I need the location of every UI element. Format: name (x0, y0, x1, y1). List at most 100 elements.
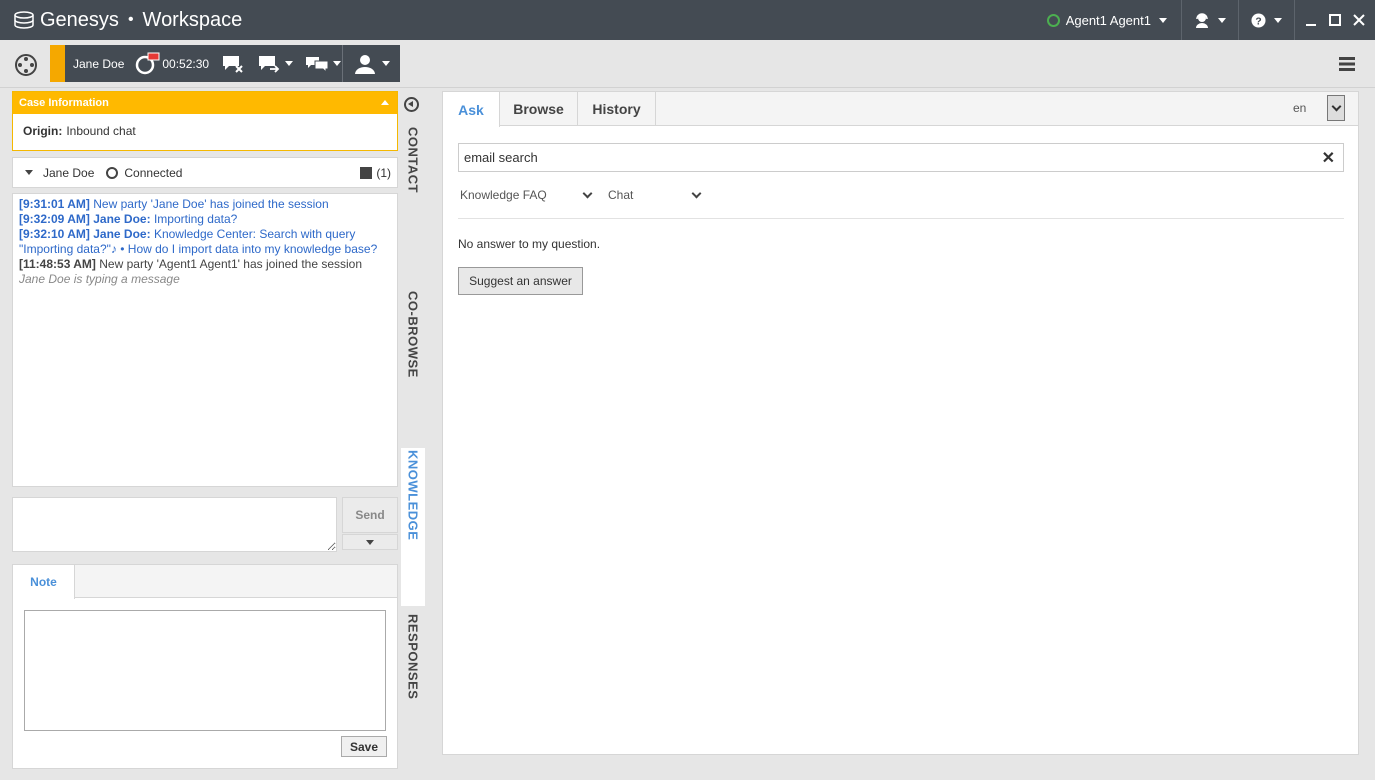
search-value: email search (464, 150, 538, 165)
origin-label: Origin: (23, 124, 63, 138)
save-note-button[interactable]: Save (341, 736, 387, 757)
collapse-panel-icon[interactable] (404, 97, 419, 112)
maximize-icon[interactable] (1329, 14, 1341, 26)
end-chat-button[interactable] (221, 54, 245, 74)
tab-ask[interactable]: Ask (443, 92, 500, 127)
headset-agent-icon (1196, 13, 1208, 28)
minimize-icon[interactable] (1305, 14, 1317, 26)
interaction-timer: 00:52:30 (162, 56, 210, 71)
chevron-down-icon (333, 61, 342, 66)
chevron-down-icon (366, 539, 374, 545)
tab-note[interactable]: Note (13, 565, 75, 599)
message-text: New party 'Jane Doe' has joined the sess… (93, 197, 329, 211)
party-status: Connected (124, 165, 183, 180)
contact-name: Jane Doe (73, 56, 125, 71)
ready-status-icon (1046, 13, 1060, 27)
knowledge-search-input[interactable]: email search ✕ (458, 143, 1344, 172)
end-chat-icon (223, 55, 243, 73)
tab-history[interactable]: History (578, 92, 656, 126)
app-name: Workspace (142, 8, 243, 31)
tab-contact[interactable]: CONTACT (401, 127, 425, 197)
interaction-accent (50, 45, 65, 82)
channel-filter[interactable]: Chat (608, 188, 702, 202)
message-time: [9:32:10 AM] (19, 227, 90, 241)
party-row: Jane Doe Connected (1) (12, 157, 398, 188)
chevron-down-icon (582, 188, 593, 198)
person-icon (354, 54, 375, 74)
collapse-icon[interactable] (381, 100, 389, 105)
chevron-down-icon (1218, 17, 1226, 23)
support-menu-button[interactable] (1182, 0, 1238, 40)
tab-responses[interactable]: RESPONSES (401, 614, 425, 704)
chevron-down-icon (285, 61, 294, 66)
main-toolbar: Jane Doe 00:52:30 (0, 40, 1375, 88)
knowledge-base-filter[interactable]: Knowledge FAQ (460, 188, 593, 202)
message-text: Importing data? (153, 212, 238, 226)
chat-transcript[interactable]: [9:31:01 AM] New party 'Jane Doe' has jo… (12, 193, 398, 487)
transfer-chat-button[interactable] (257, 54, 294, 74)
agent-status-menu[interactable]: Agent1 Agent1 (1033, 0, 1181, 40)
party-count[interactable]: (1) (360, 166, 391, 180)
language-value: en (1293, 101, 1307, 115)
knowledge-tabs: Ask Browse History en (443, 92, 1358, 127)
transcript-message: [9:32:09 AM] Jane Doe: Importing data? (19, 212, 391, 227)
note-input[interactable] (24, 610, 386, 731)
svg-text:?: ? (1255, 16, 1261, 27)
transcript-message: [9:32:10 AM] Jane Doe: Knowledge Center:… (19, 227, 391, 257)
send-button[interactable]: Send (342, 497, 398, 533)
language-select[interactable] (1327, 95, 1345, 121)
tab-knowledge[interactable]: KNOWLEDGE (401, 448, 425, 606)
transcript-message: [11:48:53 AM] New party 'Agent1 Agent1' … (19, 257, 391, 272)
case-information-panel: Case Information Origin: Inbound chat (12, 91, 398, 151)
agent-name: Agent1 Agent1 (1065, 12, 1151, 28)
chevron-down-icon (1274, 17, 1282, 23)
case-information-header[interactable]: Case Information (13, 92, 397, 114)
chevron-down-icon (1159, 17, 1167, 23)
message-time: [11:48:53 AM] (19, 257, 96, 271)
active-interaction-bar[interactable]: Jane Doe 00:52:30 (50, 45, 342, 82)
help-menu-button[interactable]: ? (1239, 0, 1294, 40)
party-name: Jane Doe (43, 165, 95, 180)
participants-icon (360, 166, 373, 179)
expand-party-icon[interactable] (25, 170, 33, 175)
transfer-chat-icon (259, 55, 280, 73)
chat-status-icon (106, 166, 119, 179)
hamburger-menu-icon[interactable] (1339, 56, 1355, 72)
title-bar: Genesys • Workspace Agent1 Agent1 ? (0, 0, 1375, 40)
note-panel: Note Save (12, 564, 398, 769)
consult-chat-icon (306, 56, 329, 73)
chevron-down-icon (1331, 101, 1341, 111)
origin-value: Inbound chat (66, 124, 136, 138)
transcript-message: [9:31:01 AM] New party 'Jane Doe' has jo… (19, 197, 391, 212)
close-icon[interactable] (1353, 14, 1365, 26)
chevron-down-icon (691, 188, 702, 198)
message-time: [9:31:01 AM] (19, 197, 90, 211)
consult-chat-button[interactable] (305, 54, 342, 74)
chevron-down-icon (381, 61, 390, 66)
brand-separator: • (127, 11, 134, 28)
clear-icon[interactable]: ✕ (1322, 148, 1335, 168)
no-answer-text: No answer to my question. (458, 237, 601, 251)
knowledge-panel: Ask Browse History en email search ✕ Kno… (442, 91, 1359, 755)
chat-interaction-icon (136, 52, 160, 74)
party-action-button[interactable] (342, 45, 400, 82)
divider (458, 218, 1344, 219)
brand-name: Genesys (40, 8, 119, 31)
genesys-logo-icon (14, 11, 34, 29)
help-icon: ? (1251, 12, 1266, 28)
case-information-title: Case Information (19, 97, 109, 109)
message-time: [9:32:09 AM] (19, 212, 90, 226)
tab-browse[interactable]: Browse (500, 92, 578, 126)
side-tabs: CONTACT CO-BROWSE KNOWLEDGE RESPONSES (401, 91, 425, 771)
party-count-value: (1) (376, 165, 391, 180)
filter-channel-value: Chat (608, 188, 634, 202)
message-text: New party 'Agent1 Agent1' has joined the… (99, 257, 363, 271)
typing-indicator: Jane Doe is typing a message (19, 272, 180, 286)
filter-kb-value: Knowledge FAQ (460, 188, 547, 202)
suggest-answer-button[interactable]: Suggest an answer (458, 267, 583, 295)
send-options-button[interactable] (342, 534, 398, 550)
workspace-hub-icon[interactable] (14, 53, 38, 77)
message-speaker: Jane Doe: (93, 212, 151, 226)
tab-co-browse[interactable]: CO-BROWSE (401, 291, 425, 381)
chat-message-input[interactable] (12, 497, 337, 552)
